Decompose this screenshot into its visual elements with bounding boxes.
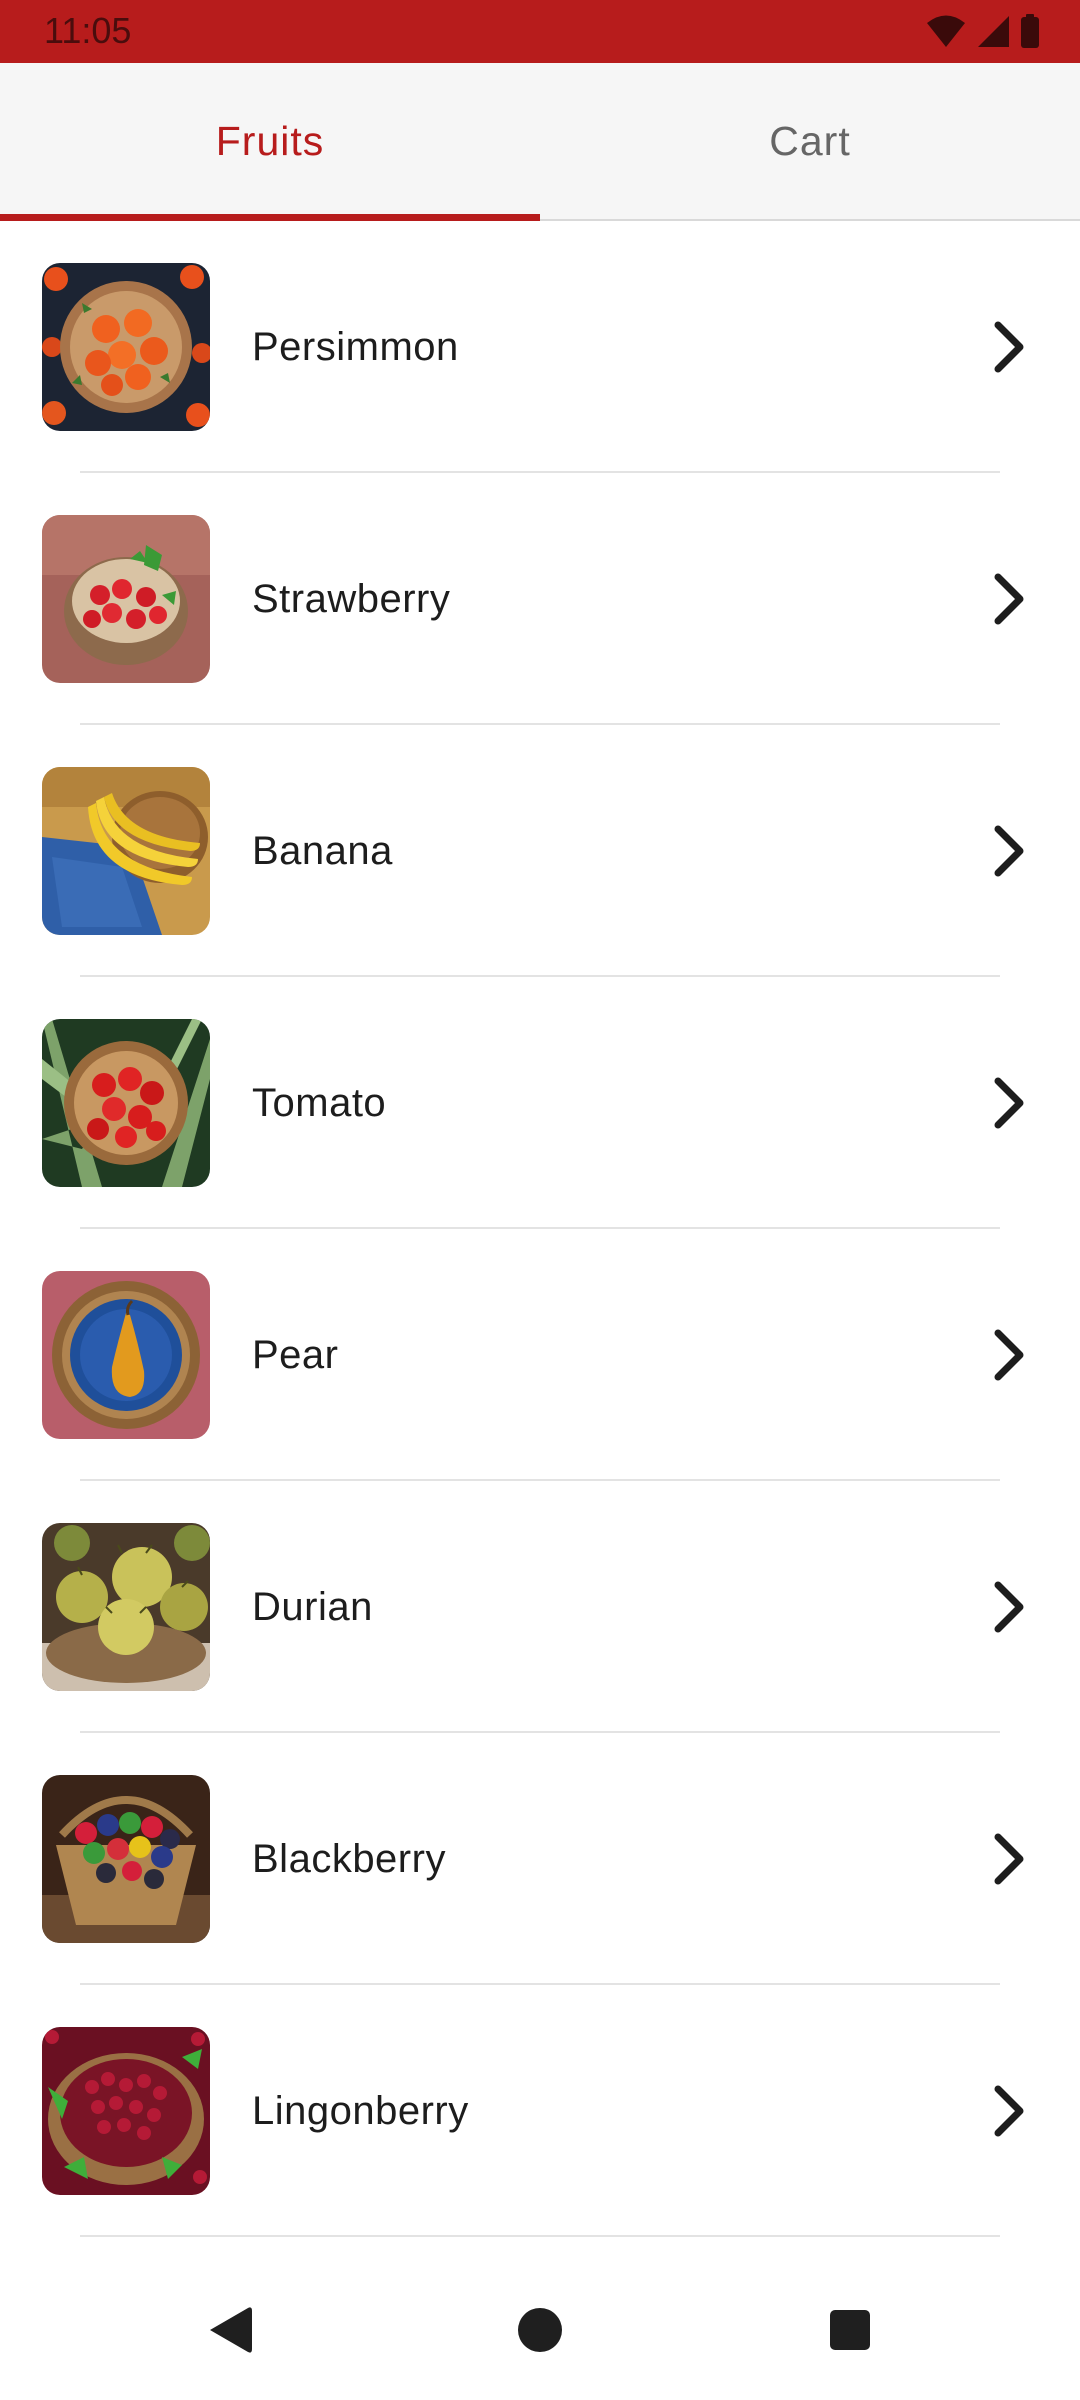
fruit-name: Durian (252, 1584, 373, 1629)
strawberry-basket-image (42, 515, 210, 683)
list-item-durian[interactable]: Durian (0, 1481, 1080, 1733)
system-navigation-bar (0, 2260, 1080, 2400)
status-icons (926, 12, 1040, 50)
recents-button[interactable] (810, 2290, 890, 2370)
list-item-banana[interactable]: Banana (0, 725, 1080, 977)
persimmon-basket-image (42, 263, 210, 431)
fruit-name: Persimmon (252, 324, 459, 369)
chevron-right-icon (994, 573, 1024, 625)
durian-basket-image (42, 1523, 210, 1691)
fruit-name: Banana (252, 828, 393, 873)
list-item-pear[interactable]: Pear (0, 1229, 1080, 1481)
signal-icon (976, 14, 1010, 48)
chevron-right-icon (994, 2085, 1024, 2137)
list-item-blackberry[interactable]: Blackberry (0, 1733, 1080, 1985)
list-item-lingonberry[interactable]: Lingonberry (0, 1985, 1080, 2237)
lingonberry-basket-image (42, 2027, 210, 2195)
fruit-name: Strawberry (252, 576, 451, 621)
selected-tab-indicator (0, 214, 540, 221)
home-icon (518, 2308, 562, 2352)
home-button[interactable] (500, 2290, 580, 2370)
fruit-name: Blackberry (252, 1836, 446, 1881)
chevron-right-icon (994, 1833, 1024, 1885)
list-item-tomato[interactable]: Tomato (0, 977, 1080, 1229)
chevron-right-icon (994, 1581, 1024, 1633)
wifi-icon (926, 14, 966, 48)
tab-cart[interactable]: Cart (540, 63, 1080, 219)
divider (80, 2235, 1000, 2237)
status-time: 11:05 (44, 10, 132, 51)
chevron-right-icon (994, 825, 1024, 877)
recents-icon (830, 2310, 870, 2350)
status-bar: 11:05 (0, 0, 1080, 63)
pear-basket-image (42, 1271, 210, 1439)
back-icon (210, 2307, 252, 2353)
tomato-basket-image (42, 1019, 210, 1187)
fruit-name: Tomato (252, 1080, 387, 1125)
tab-fruits[interactable]: Fruits (0, 63, 540, 219)
app-screen: 11:05 Fruits Cart Persimmon Strawberry B… (0, 0, 1080, 2400)
chevron-right-icon (994, 321, 1024, 373)
fruit-list: Persimmon Strawberry Banana Tomato Pear … (0, 221, 1080, 2237)
list-item-persimmon[interactable]: Persimmon (0, 221, 1080, 473)
tab-bar: Fruits Cart (0, 63, 1080, 221)
battery-icon (1020, 14, 1040, 48)
list-item-strawberry[interactable]: Strawberry (0, 473, 1080, 725)
chevron-right-icon (994, 1077, 1024, 1129)
back-button[interactable] (190, 2290, 270, 2370)
fruit-name: Lingonberry (252, 2088, 469, 2133)
fruit-name: Pear (252, 1332, 339, 1377)
chevron-right-icon (994, 1329, 1024, 1381)
banana-basket-image (42, 767, 210, 935)
blackberry-basket-image (42, 1775, 210, 1943)
